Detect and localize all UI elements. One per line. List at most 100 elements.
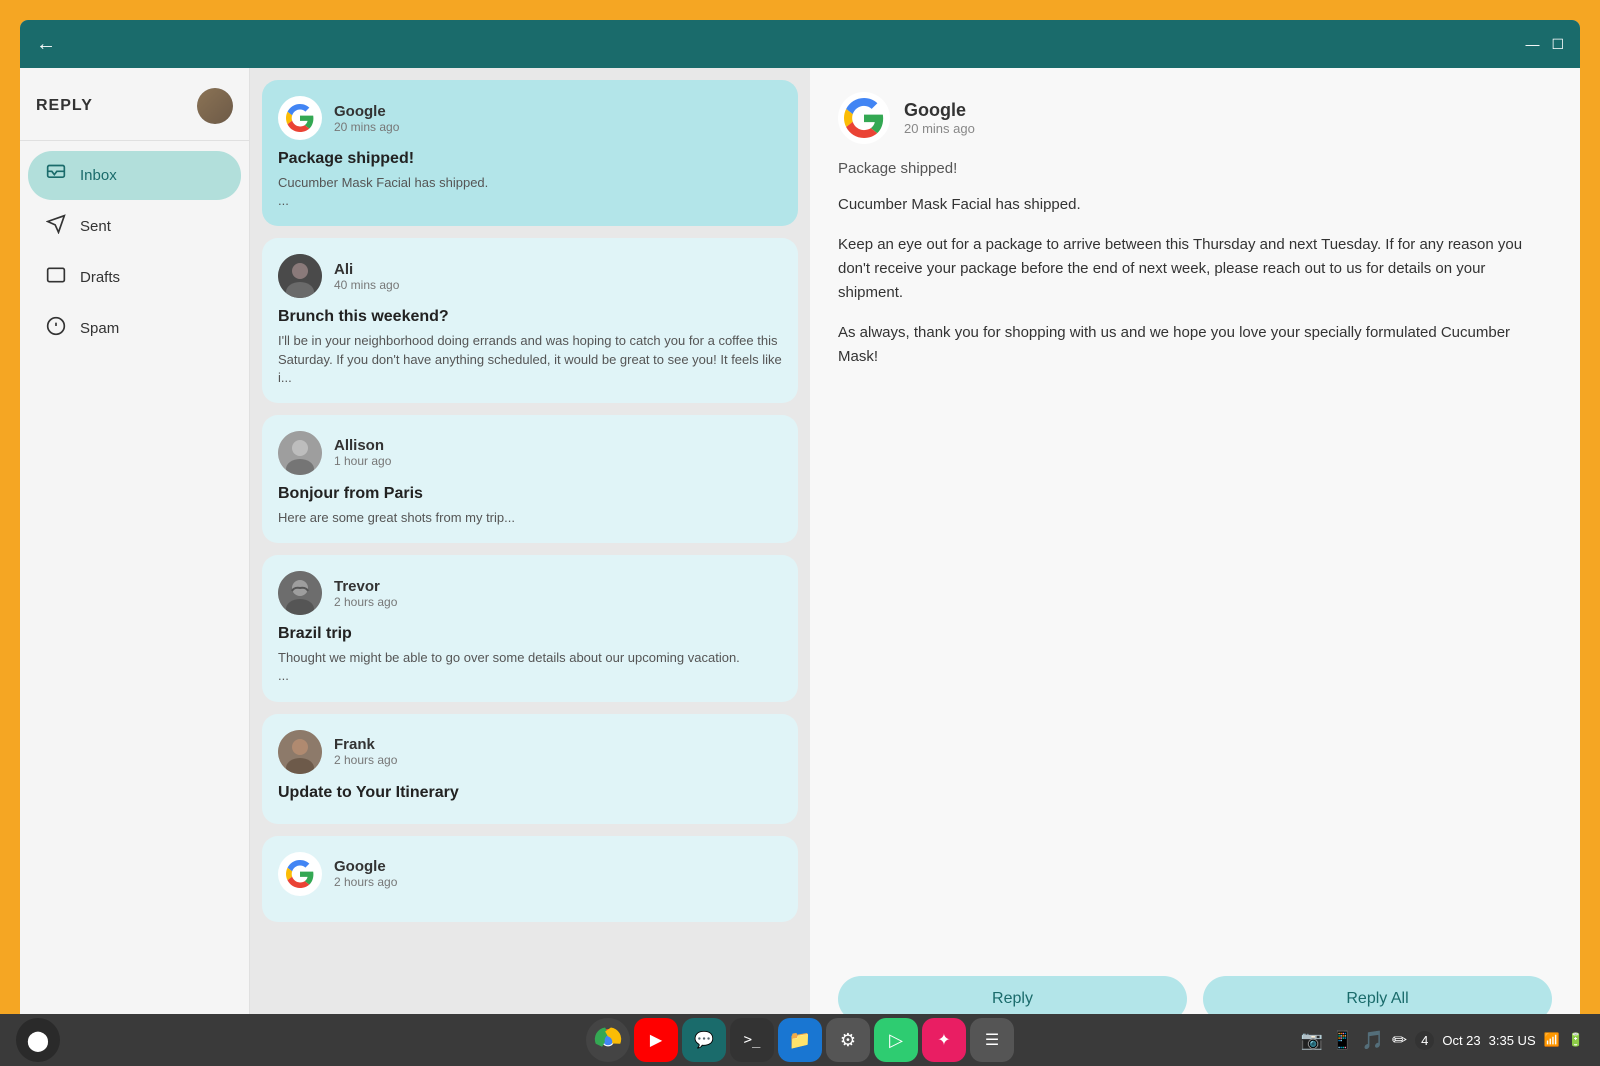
email-time-6: 2 hours ago — [334, 875, 397, 889]
email-header-3: Allison 1 hour ago — [278, 431, 782, 475]
inbox-icon — [44, 163, 68, 188]
sidebar-item-inbox[interactable]: Inbox — [28, 151, 241, 200]
email-preview-2: I'll be in your neighborhood doing erran… — [278, 332, 782, 387]
email-sender-info-2: Ali 40 mins ago — [334, 261, 399, 292]
email-item-2[interactable]: Ali 40 mins ago Brunch this weekend? I'l… — [262, 238, 798, 403]
sent-label: Sent — [80, 218, 111, 235]
sidebar-avatar — [197, 88, 233, 124]
email-sender-3: Allison — [334, 437, 391, 454]
detail-avatar — [838, 92, 890, 144]
taskbar-time: 3:35 US — [1489, 1033, 1536, 1048]
email-sender-info-5: Frank 2 hours ago — [334, 736, 397, 767]
wifi-icon: 📶 — [1544, 1032, 1560, 1048]
sidebar-title: REPLY — [36, 97, 93, 115]
spam-label: Spam — [80, 320, 119, 337]
sidebar-item-spam[interactable]: Spam — [28, 304, 241, 353]
email-header-5: Frank 2 hours ago — [278, 730, 782, 774]
email-detail-pane: Google 20 mins ago Package shipped! Cucu… — [810, 68, 1580, 1046]
email-header-6: Google 2 hours ago — [278, 852, 782, 896]
email-item-3[interactable]: Allison 1 hour ago Bonjour from Paris He… — [262, 415, 798, 543]
taskbar: ⬤ ▶ 💬 >_ 📁 ⚙ ▷ ✦ ☰ 📷 📱 🎵 ✏ 4 — [0, 1014, 1600, 1066]
email-time-5: 2 hours ago — [334, 753, 397, 767]
email-subject-3: Bonjour from Paris — [278, 485, 782, 503]
email-avatar-4 — [278, 571, 322, 615]
email-sender-info-1: Google 20 mins ago — [334, 103, 399, 134]
detail-sender-info: Google 20 mins ago — [904, 100, 975, 136]
email-time-3: 1 hour ago — [334, 454, 391, 468]
email-time-2: 40 mins ago — [334, 278, 399, 292]
detail-body-line2: Keep an eye out for a package to arrive … — [838, 233, 1552, 305]
taskbar-camera-status: 📷 — [1301, 1030, 1323, 1051]
email-sender-info-6: Google 2 hours ago — [334, 858, 397, 889]
taskbar-device-icon: 📱 — [1331, 1030, 1353, 1051]
email-preview-1: Cucumber Mask Facial has shipped. — [278, 174, 782, 192]
app-window: ← — ☐ REPLY Inbox — [20, 20, 1580, 1046]
main-content: REPLY Inbox Sent — [20, 68, 1580, 1046]
detail-body-line3: As always, thank you for shopping with u… — [838, 321, 1552, 369]
title-bar-right: — ☐ — [1525, 36, 1564, 53]
drafts-icon — [44, 265, 68, 290]
taskbar-camera-icon[interactable]: ⬤ — [16, 1018, 60, 1062]
email-subject-5: Update to Your Itinerary — [278, 784, 782, 802]
taskbar-files-icon[interactable]: 📁 — [778, 1018, 822, 1062]
taskbar-music-icon: 🎵 — [1362, 1030, 1384, 1051]
email-avatar-2 — [278, 254, 322, 298]
email-preview-4: Thought we might be able to go over some… — [278, 649, 782, 667]
spam-icon — [44, 316, 68, 341]
email-sender-5: Frank — [334, 736, 397, 753]
taskbar-messages-icon[interactable]: 💬 — [682, 1018, 726, 1062]
taskbar-pen-icon: ✏ — [1392, 1030, 1407, 1051]
taskbar-chrome-icon[interactable] — [586, 1018, 630, 1062]
sent-icon — [44, 214, 68, 239]
minimize-button[interactable]: — — [1525, 36, 1539, 52]
email-preview-dots-4: ... — [278, 667, 782, 685]
title-bar: ← — ☐ — [20, 20, 1580, 68]
email-list: Google 20 mins ago Package shipped! Cucu… — [250, 68, 810, 1046]
maximize-button[interactable]: ☐ — [1551, 36, 1564, 53]
sidebar-item-sent[interactable]: Sent — [28, 202, 241, 251]
sidebar-item-drafts[interactable]: Drafts — [28, 253, 241, 302]
email-preview-3: Here are some great shots from my trip..… — [278, 509, 782, 527]
detail-body-line1: Cucumber Mask Facial has shipped. — [838, 193, 1552, 217]
taskbar-right: 📷 📱 🎵 ✏ 4 Oct 23 3:35 US 📶 🔋 — [1301, 1030, 1584, 1051]
inbox-label: Inbox — [80, 167, 117, 184]
drafts-label: Drafts — [80, 269, 120, 286]
battery-icon: 🔋 — [1568, 1032, 1584, 1048]
detail-body: Cucumber Mask Facial has shipped. Keep a… — [838, 193, 1552, 952]
email-item-4[interactable]: Trevor 2 hours ago Brazil trip Thought w… — [262, 555, 798, 701]
taskbar-play-icon[interactable]: ▷ — [874, 1018, 918, 1062]
email-header-4: Trevor 2 hours ago — [278, 571, 782, 615]
email-sender-4: Trevor — [334, 578, 397, 595]
taskbar-youtube-icon[interactable]: ▶ — [634, 1018, 678, 1062]
email-subject-2: Brunch this weekend? — [278, 308, 782, 326]
email-time-4: 2 hours ago — [334, 595, 397, 609]
email-header-1: Google 20 mins ago — [278, 96, 782, 140]
sidebar-header: REPLY — [20, 68, 249, 141]
sidebar-nav: Inbox Sent Drafts — [20, 141, 249, 363]
user-avatar-image — [197, 88, 233, 124]
email-preview-dots-1: ... — [278, 192, 782, 210]
email-item-6[interactable]: Google 2 hours ago — [262, 836, 798, 922]
taskbar-settings-icon[interactable]: ⚙ — [826, 1018, 870, 1062]
email-sender-info-4: Trevor 2 hours ago — [334, 578, 397, 609]
taskbar-menu-icon[interactable]: ☰ — [970, 1018, 1014, 1062]
email-avatar-5 — [278, 730, 322, 774]
email-avatar-1 — [278, 96, 322, 140]
email-subject-4: Brazil trip — [278, 625, 782, 643]
email-sender-2: Ali — [334, 261, 399, 278]
email-avatar-6 — [278, 852, 322, 896]
email-sender-6: Google — [334, 858, 397, 875]
taskbar-terminal-icon[interactable]: >_ — [730, 1018, 774, 1062]
sidebar: REPLY Inbox Sent — [20, 68, 250, 1046]
taskbar-notification-badge: 4 — [1415, 1031, 1434, 1050]
email-header-2: Ali 40 mins ago — [278, 254, 782, 298]
email-item-5[interactable]: Frank 2 hours ago Update to Your Itinera… — [262, 714, 798, 824]
taskbar-apps-icon[interactable]: ✦ — [922, 1018, 966, 1062]
email-sender-1: Google — [334, 103, 399, 120]
detail-sender-time: 20 mins ago — [904, 121, 975, 136]
email-item-1[interactable]: Google 20 mins ago Package shipped! Cucu… — [262, 80, 798, 226]
detail-subject: Package shipped! — [838, 160, 1552, 177]
detail-header: Google 20 mins ago — [838, 92, 1552, 144]
back-button[interactable]: ← — [36, 33, 56, 56]
taskbar-left: ⬤ — [16, 1018, 60, 1062]
